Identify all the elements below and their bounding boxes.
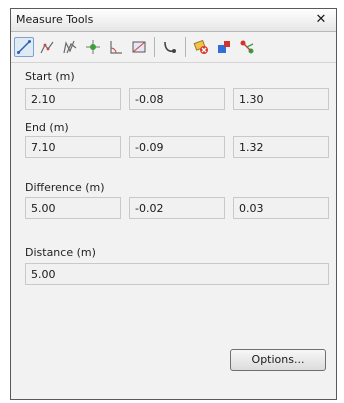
distance-field[interactable]: 5.00 [25, 263, 329, 285]
measure-area-icon[interactable] [129, 37, 149, 57]
options-button[interactable]: Options... [230, 349, 326, 371]
title-bar: Measure Tools ✕ [11, 9, 336, 32]
end-section: End (m) [25, 121, 69, 135]
toolbar [11, 32, 336, 63]
end-y-field[interactable]: -0.09 [129, 136, 225, 158]
start-section: Start (m) [25, 70, 75, 84]
measure-polyline-icon[interactable] [37, 37, 57, 57]
difference-section: Difference (m) [25, 181, 105, 195]
measure-point-icon[interactable] [83, 37, 103, 57]
toolbar-separator [185, 37, 186, 57]
measure-tools-window: Measure Tools ✕ Start (m) 2.10 -0.08 1.3… [10, 8, 337, 400]
measure-angle-icon[interactable] [106, 37, 126, 57]
end-z-field[interactable]: 1.32 [233, 136, 329, 158]
difference-x-field[interactable]: 5.00 [25, 197, 121, 219]
measure-multi-path-icon[interactable] [60, 37, 80, 57]
end-label: End (m) [25, 121, 69, 134]
difference-z-field[interactable]: 0.03 [233, 197, 329, 219]
distance-section: Distance (m) [25, 246, 96, 260]
start-z-field[interactable]: 1.30 [233, 88, 329, 110]
difference-label: Difference (m) [25, 181, 105, 194]
window-title: Measure Tools [16, 13, 94, 26]
measure-line-icon[interactable] [14, 37, 34, 57]
clear-measure-icon[interactable] [191, 37, 211, 57]
start-label: Start (m) [25, 70, 75, 83]
close-icon[interactable]: ✕ [315, 9, 327, 31]
end-x-field[interactable]: 7.10 [25, 136, 121, 158]
export-icon[interactable] [214, 37, 234, 57]
start-y-field[interactable]: -0.08 [129, 88, 225, 110]
snap-icon[interactable] [160, 37, 180, 57]
toolbar-separator [154, 37, 155, 57]
settings-connect-icon[interactable] [237, 37, 257, 57]
distance-label: Distance (m) [25, 246, 96, 259]
difference-y-field[interactable]: -0.02 [129, 197, 225, 219]
start-x-field[interactable]: 2.10 [25, 88, 121, 110]
